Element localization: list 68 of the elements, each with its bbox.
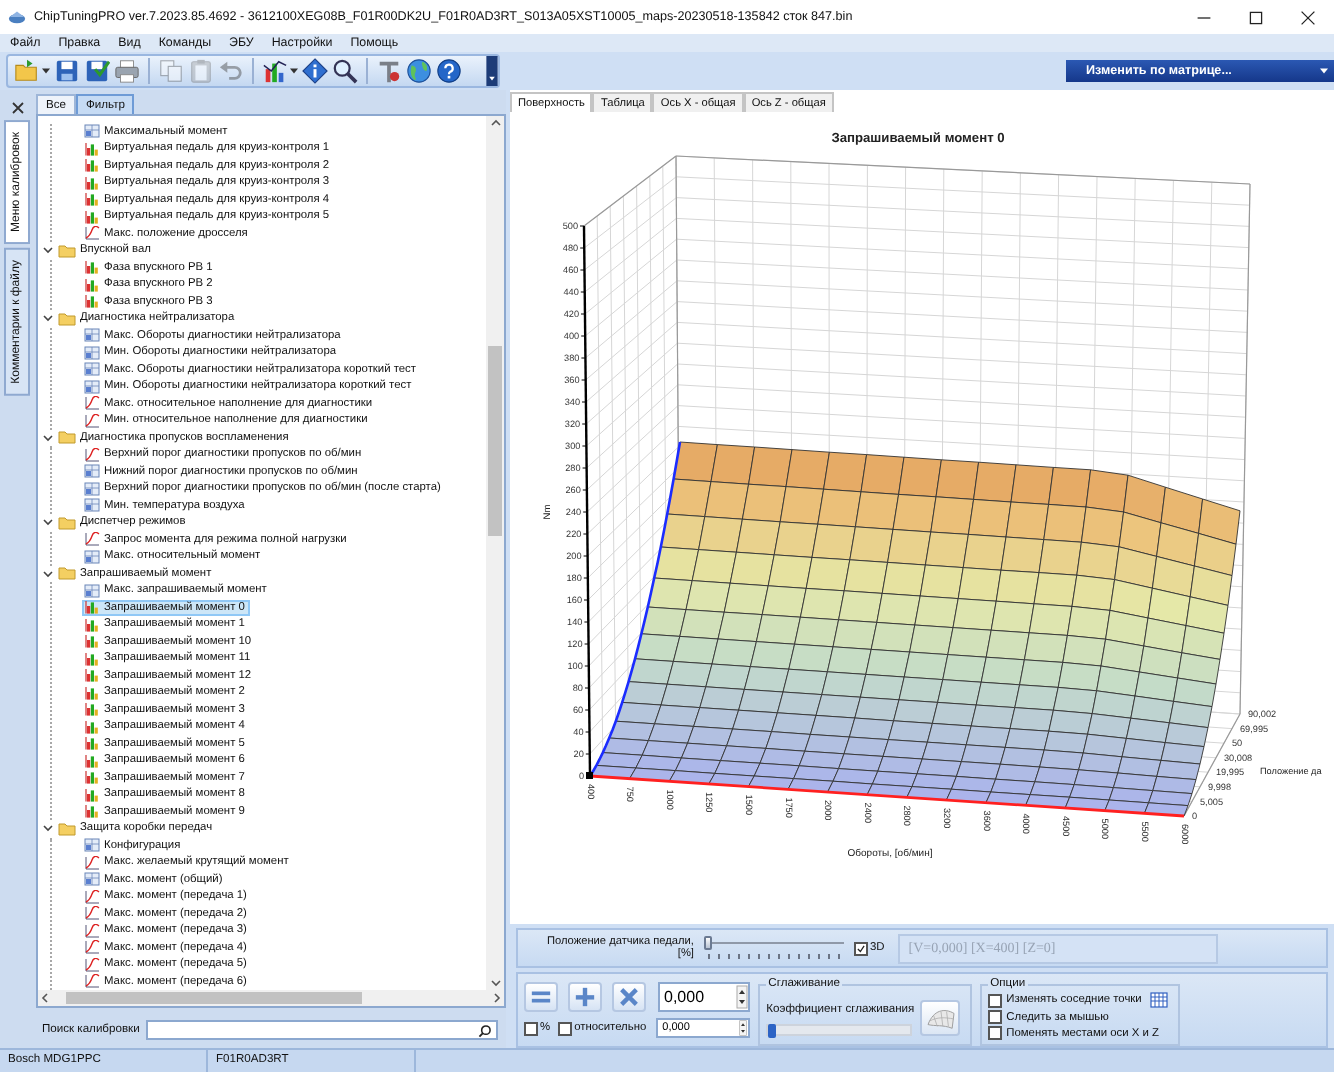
multiply-button[interactable] [612, 982, 646, 1012]
plus-icon [574, 986, 596, 1008]
printer-icon[interactable] [114, 58, 140, 84]
globe-icon[interactable] [406, 58, 432, 84]
table-icon [84, 838, 100, 853]
spinner-icon[interactable] [736, 984, 748, 1010]
scroll-up-icon[interactable] [489, 118, 501, 128]
chevron-icon[interactable] [42, 312, 54, 325]
caret-icon[interactable] [42, 68, 50, 74]
caret-icon[interactable] [290, 68, 298, 74]
search-field[interactable] [145, 1020, 498, 1040]
curve-icon [84, 532, 100, 547]
app-icon [8, 8, 26, 26]
folder-icon [58, 243, 76, 258]
table-icon [84, 583, 100, 598]
slider-track[interactable] [704, 936, 844, 960]
folder-icon [58, 515, 76, 530]
diamond-icon[interactable] [302, 58, 328, 84]
vertical-scrollbar[interactable] [486, 116, 504, 990]
grid-icon[interactable] [1149, 992, 1168, 1008]
equals-icon [530, 986, 552, 1008]
help-icon[interactable] [436, 58, 462, 84]
plus-button[interactable] [568, 982, 602, 1012]
value-field[interactable]: 0,000 [658, 982, 750, 1012]
folder-icon [58, 821, 76, 836]
chevron-icon[interactable] [42, 516, 54, 529]
horizontal-scrollbar[interactable] [38, 990, 504, 1006]
checkbox[interactable] [988, 1010, 1003, 1024]
chart-icon[interactable] [262, 58, 288, 84]
scroll-thumb[interactable] [488, 346, 502, 536]
slider-track[interactable] [766, 1024, 913, 1036]
table-icon [84, 872, 100, 887]
slider-thumb[interactable] [768, 1024, 777, 1038]
scroll-down-icon[interactable] [489, 978, 501, 988]
search-icon[interactable] [478, 1023, 492, 1037]
search-icon[interactable] [332, 58, 358, 84]
scroll-right-icon[interactable] [492, 992, 502, 1004]
folder-icon [58, 311, 76, 326]
tool-icon[interactable] [376, 58, 402, 84]
close-icon[interactable] [1300, 9, 1316, 25]
chevron-icon[interactable] [42, 822, 54, 835]
close-icon[interactable] [9, 100, 25, 116]
multiply-icon [618, 986, 640, 1008]
spinner-icon[interactable] [738, 1020, 749, 1036]
caret-icon [1320, 68, 1328, 74]
scroll-thumb[interactable] [66, 992, 362, 1004]
folder-icon [58, 430, 76, 445]
toolbar-options-icon[interactable] [486, 56, 498, 86]
table-icon [84, 124, 100, 139]
chevron-icon[interactable] [42, 244, 54, 257]
floppy-check-icon[interactable] [84, 58, 110, 84]
curve-icon [84, 855, 100, 870]
checkbox[interactable] [524, 1021, 538, 1035]
mesh-icon [925, 1005, 956, 1031]
checkbox[interactable] [988, 1026, 1003, 1040]
maximize-icon[interactable] [1248, 9, 1264, 25]
checkbox[interactable] [988, 993, 1003, 1007]
folder-icon [58, 566, 76, 581]
curve-icon [84, 447, 100, 462]
chevron-icon[interactable] [42, 567, 54, 580]
equals-button[interactable] [524, 982, 558, 1012]
slider-thumb[interactable] [704, 936, 712, 950]
table-icon [84, 549, 100, 564]
checkbox[interactable] [558, 1021, 573, 1035]
curve-icon [84, 226, 100, 241]
scroll-left-icon[interactable] [40, 992, 50, 1004]
checkbox[interactable] [854, 941, 868, 955]
chevron-icon[interactable] [42, 431, 54, 444]
